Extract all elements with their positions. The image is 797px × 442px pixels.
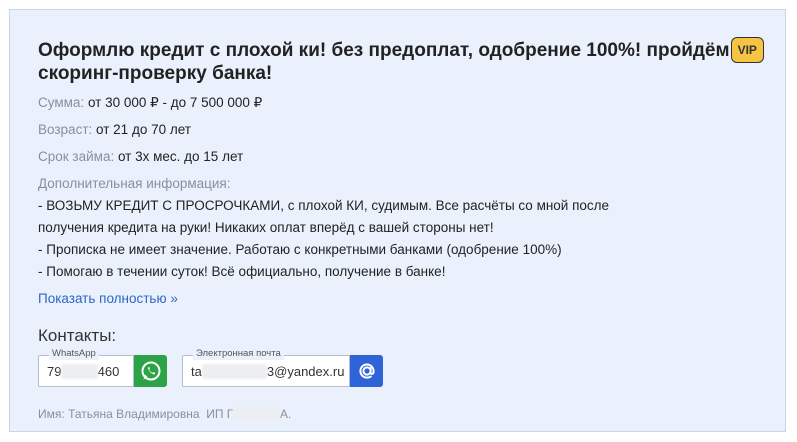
listing-title: Оформлю кредит с плохой ки! без предопла… <box>38 37 768 85</box>
contacts-heading: Контакты: <box>38 326 117 345</box>
redacted-blur: 0000000 <box>233 407 280 421</box>
email-legend: Электронная почта <box>193 348 284 360</box>
whatsapp-number-prefix: 79 <box>47 364 62 379</box>
age-value: от 21 до 70 лет <box>96 122 191 137</box>
vip-badge: VIP <box>730 37 764 63</box>
whatsapp-number-suffix: 460 <box>97 364 120 379</box>
info-line: - ВОЗЬМУ КРЕДИТ С ПРОСРОЧКАМИ, с плохой … <box>38 198 610 213</box>
whatsapp-field[interactable]: WhatsApp 7900000460 <box>38 348 134 387</box>
email-field[interactable]: Электронная почта ta0000000003@yandex.ru <box>182 348 350 387</box>
term-value: от 3х мес. до 15 лет <box>117 149 244 164</box>
owner-org-prefix: ИП Г <box>206 407 234 421</box>
at-sign-icon <box>358 363 375 379</box>
whatsapp-icon <box>141 361 160 381</box>
amount-row: Сумма: от 30 000 ₽ - до 7 500 000 ₽ <box>38 95 262 111</box>
term-label: Срок займа: <box>38 149 115 164</box>
listing-card: Оформлю кредит с плохой ки! без предопла… <box>9 9 786 432</box>
owner-name: Татьяна Владимировна <box>68 407 200 421</box>
email-address-prefix: ta <box>191 364 202 379</box>
amount-label: Сумма: <box>38 95 85 110</box>
whatsapp-button[interactable] <box>134 355 167 387</box>
info-line: - Помогаю в течении суток! Всё официальн… <box>38 264 446 279</box>
additional-info: Дополнительная информация: - ВОЗЬМУ КРЕД… <box>38 173 609 283</box>
info-label: Дополнительная информация: <box>38 176 231 191</box>
owner-org-suffix: А. <box>280 407 292 421</box>
amount-value: от 30 000 ₽ - до 7 500 000 ₽ <box>87 95 263 110</box>
email-address-suffix: 3@yandex.ru <box>266 364 345 379</box>
whatsapp-legend: WhatsApp <box>49 348 99 360</box>
info-line: получения кредита на руки! Никаких оплат… <box>38 220 494 235</box>
redacted-blur: 000000000 <box>201 364 267 379</box>
owner-name-label: Имя: <box>38 407 65 421</box>
age-label: Возраст: <box>38 122 93 137</box>
age-row: Возраст: от 21 до 70 лет <box>38 122 191 137</box>
listing-title-cont: скоринг-проверку банка! <box>38 63 273 84</box>
listing-title-text: Оформлю кредит с плохой ки! без предопла… <box>38 40 730 61</box>
owner-info: Имя: Татьяна Владимировна ИП Г0000000А. <box>38 407 291 421</box>
info-line: - Прописка не имеет значение. Работаю с … <box>38 242 562 257</box>
email-address: ta0000000003@yandex.ru <box>191 364 344 379</box>
redacted-blur: 00000 <box>61 364 98 379</box>
show-more-link[interactable]: Показать полностью » <box>38 291 178 306</box>
whatsapp-number: 7900000460 <box>47 364 119 379</box>
term-row: Срок займа: от 3х мес. до 15 лет <box>38 149 243 164</box>
email-button[interactable] <box>350 355 383 387</box>
